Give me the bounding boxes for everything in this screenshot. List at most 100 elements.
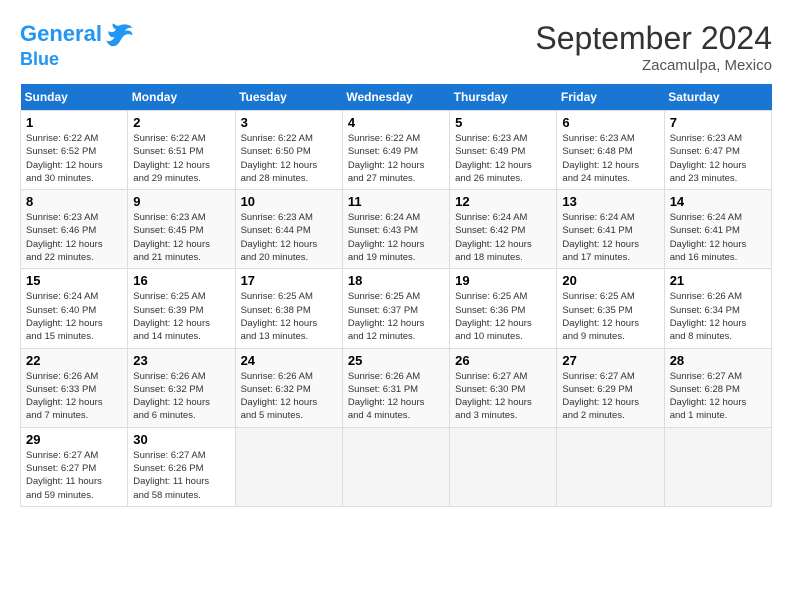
day-number: 17 <box>241 273 337 288</box>
day-cell: 28 Sunrise: 6:27 AM Sunset: 6:28 PM Dayli… <box>664 348 771 427</box>
day-info: Sunrise: 6:26 AM Sunset: 6:34 PM Dayligh… <box>670 290 766 343</box>
day-cell: 22Sunrise: 6:26 AM Sunset: 6:33 PM Dayli… <box>21 348 128 427</box>
day-number: 1 <box>26 115 122 130</box>
logo-text: General <box>20 20 134 50</box>
day-info: Sunrise: 6:26 AM Sunset: 6:31 PM Dayligh… <box>348 370 444 423</box>
day-cell: 21 Sunrise: 6:26 AM Sunset: 6:34 PM Dayli… <box>664 269 771 348</box>
day-number: 16 <box>133 273 229 288</box>
day-number: 5 <box>455 115 551 130</box>
day-info: Sunrise: 6:27 AM Sunset: 6:27 PM Dayligh… <box>26 449 122 502</box>
day-cell: 4 Sunrise: 6:22 AM Sunset: 6:49 PM Daylig… <box>342 111 449 190</box>
day-info: Sunrise: 6:25 AM Sunset: 6:35 PM Dayligh… <box>562 290 658 343</box>
day-info: Sunrise: 6:25 AM Sunset: 6:38 PM Dayligh… <box>241 290 337 343</box>
day-info: Sunrise: 6:24 AM Sunset: 6:43 PM Dayligh… <box>348 211 444 264</box>
week-row-1: 1 Sunrise: 6:22 AM Sunset: 6:52 PM Daylig… <box>21 111 772 190</box>
day-cell: 13 Sunrise: 6:24 AM Sunset: 6:41 PM Dayli… <box>557 190 664 269</box>
day-cell <box>664 427 771 506</box>
day-cell: 8 Sunrise: 6:23 AM Sunset: 6:46 PM Daylig… <box>21 190 128 269</box>
day-number: 26 <box>455 353 551 368</box>
day-number: 4 <box>348 115 444 130</box>
day-cell: 30 Sunrise: 6:27 AM Sunset: 6:26 PM Dayli… <box>128 427 235 506</box>
day-number: 11 <box>348 194 444 209</box>
day-info: Sunrise: 6:25 AM Sunset: 6:36 PM Dayligh… <box>455 290 551 343</box>
day-number: 7 <box>670 115 766 130</box>
day-number: 2 <box>133 115 229 130</box>
day-number: 21 <box>670 273 766 288</box>
calendar-table: SundayMondayTuesdayWednesdayThursdayFrid… <box>20 84 772 507</box>
day-number: 19 <box>455 273 551 288</box>
week-row-4: 22Sunrise: 6:26 AM Sunset: 6:33 PM Dayli… <box>21 348 772 427</box>
day-number: 22 <box>26 353 122 368</box>
location: Zacamulpa, Mexico <box>535 57 772 74</box>
day-cell: 6Sunrise: 6:23 AM Sunset: 6:48 PM Daylig… <box>557 111 664 190</box>
col-header-saturday: Saturday <box>664 84 771 111</box>
day-info: Sunrise: 6:26 AM Sunset: 6:32 PM Dayligh… <box>133 370 229 423</box>
day-cell: 15 Sunrise: 6:24 AM Sunset: 6:40 PM Dayli… <box>21 269 128 348</box>
day-cell: 19 Sunrise: 6:25 AM Sunset: 6:36 PM Dayli… <box>450 269 557 348</box>
col-header-monday: Monday <box>128 84 235 111</box>
day-number: 12 <box>455 194 551 209</box>
day-info: Sunrise: 6:22 AM Sunset: 6:50 PM Dayligh… <box>241 132 337 185</box>
week-row-2: 8 Sunrise: 6:23 AM Sunset: 6:46 PM Daylig… <box>21 190 772 269</box>
col-header-thursday: Thursday <box>450 84 557 111</box>
day-info: Sunrise: 6:24 AM Sunset: 6:42 PM Dayligh… <box>455 211 551 264</box>
day-number: 3 <box>241 115 337 130</box>
day-info: Sunrise: 6:25 AM Sunset: 6:39 PM Dayligh… <box>133 290 229 343</box>
day-number: 6 <box>562 115 658 130</box>
day-number: 15 <box>26 273 122 288</box>
day-info: Sunrise: 6:27 AM Sunset: 6:26 PM Dayligh… <box>133 449 229 502</box>
day-info: Sunrise: 6:23 AM Sunset: 6:46 PM Dayligh… <box>26 211 122 264</box>
day-number: 25 <box>348 353 444 368</box>
day-cell: 29 Sunrise: 6:27 AM Sunset: 6:27 PM Dayli… <box>21 427 128 506</box>
col-header-wednesday: Wednesday <box>342 84 449 111</box>
day-cell: 7 Sunrise: 6:23 AM Sunset: 6:47 PM Daylig… <box>664 111 771 190</box>
day-cell: 20 Sunrise: 6:25 AM Sunset: 6:35 PM Dayli… <box>557 269 664 348</box>
day-info: Sunrise: 6:27 AM Sunset: 6:29 PM Dayligh… <box>562 370 658 423</box>
day-number: 8 <box>26 194 122 209</box>
day-cell: 16 Sunrise: 6:25 AM Sunset: 6:39 PM Dayli… <box>128 269 235 348</box>
day-cell: 18Sunrise: 6:25 AM Sunset: 6:37 PM Dayli… <box>342 269 449 348</box>
day-info: Sunrise: 6:23 AM Sunset: 6:47 PM Dayligh… <box>670 132 766 185</box>
day-cell: 9Sunrise: 6:23 AM Sunset: 6:45 PM Daylig… <box>128 190 235 269</box>
day-number: 20 <box>562 273 658 288</box>
day-number: 29 <box>26 432 122 447</box>
day-info: Sunrise: 6:27 AM Sunset: 6:28 PM Dayligh… <box>670 370 766 423</box>
day-cell: 14Sunrise: 6:24 AM Sunset: 6:41 PM Dayli… <box>664 190 771 269</box>
day-number: 30 <box>133 432 229 447</box>
day-cell: 17 Sunrise: 6:25 AM Sunset: 6:38 PM Dayli… <box>235 269 342 348</box>
day-info: Sunrise: 6:24 AM Sunset: 6:40 PM Dayligh… <box>26 290 122 343</box>
day-number: 9 <box>133 194 229 209</box>
day-info: Sunrise: 6:23 AM Sunset: 6:44 PM Dayligh… <box>241 211 337 264</box>
col-header-tuesday: Tuesday <box>235 84 342 111</box>
day-info: Sunrise: 6:22 AM Sunset: 6:49 PM Dayligh… <box>348 132 444 185</box>
day-number: 27 <box>562 353 658 368</box>
day-number: 24 <box>241 353 337 368</box>
day-info: Sunrise: 6:26 AM Sunset: 6:32 PM Dayligh… <box>241 370 337 423</box>
day-number: 10 <box>241 194 337 209</box>
title-block: September 2024 Zacamulpa, Mexico <box>535 20 772 74</box>
day-cell <box>557 427 664 506</box>
day-info: Sunrise: 6:25 AM Sunset: 6:37 PM Dayligh… <box>348 290 444 343</box>
day-cell: 11 Sunrise: 6:24 AM Sunset: 6:43 PM Dayli… <box>342 190 449 269</box>
day-number: 13 <box>562 194 658 209</box>
day-info: Sunrise: 6:24 AM Sunset: 6:41 PM Dayligh… <box>670 211 766 264</box>
day-cell: 2 Sunrise: 6:22 AM Sunset: 6:51 PM Daylig… <box>128 111 235 190</box>
logo: General Blue <box>20 20 134 70</box>
day-cell: 26Sunrise: 6:27 AM Sunset: 6:30 PM Dayli… <box>450 348 557 427</box>
day-info: Sunrise: 6:22 AM Sunset: 6:52 PM Dayligh… <box>26 132 122 185</box>
day-cell: 10 Sunrise: 6:23 AM Sunset: 6:44 PM Dayli… <box>235 190 342 269</box>
day-cell: 1 Sunrise: 6:22 AM Sunset: 6:52 PM Daylig… <box>21 111 128 190</box>
day-cell: 27 Sunrise: 6:27 AM Sunset: 6:29 PM Dayli… <box>557 348 664 427</box>
week-row-3: 15 Sunrise: 6:24 AM Sunset: 6:40 PM Dayli… <box>21 269 772 348</box>
col-header-sunday: Sunday <box>21 84 128 111</box>
day-info: Sunrise: 6:24 AM Sunset: 6:41 PM Dayligh… <box>562 211 658 264</box>
month-title: September 2024 <box>535 20 772 57</box>
logo-subtext: Blue <box>20 50 134 70</box>
day-cell: 3 Sunrise: 6:22 AM Sunset: 6:50 PM Daylig… <box>235 111 342 190</box>
day-info: Sunrise: 6:22 AM Sunset: 6:51 PM Dayligh… <box>133 132 229 185</box>
col-header-friday: Friday <box>557 84 664 111</box>
day-cell <box>235 427 342 506</box>
day-info: Sunrise: 6:23 AM Sunset: 6:49 PM Dayligh… <box>455 132 551 185</box>
day-cell: 23Sunrise: 6:26 AM Sunset: 6:32 PM Dayli… <box>128 348 235 427</box>
day-number: 28 <box>670 353 766 368</box>
